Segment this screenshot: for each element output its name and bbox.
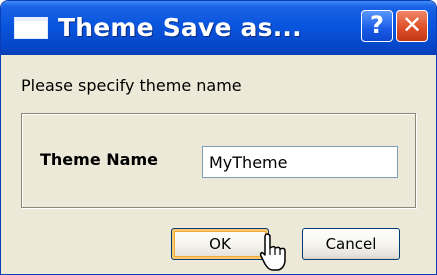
theme-name-input[interactable] xyxy=(202,146,398,178)
cancel-button[interactable]: Cancel xyxy=(302,228,400,260)
close-icon: ✕ xyxy=(401,11,423,39)
title-bar[interactable]: Theme Save as... ? ✕ xyxy=(1,1,436,55)
help-icon: ? xyxy=(370,11,384,39)
ok-button[interactable]: OK xyxy=(171,228,269,260)
prompt-text: Please specify theme name xyxy=(21,76,242,95)
theme-name-label: Theme Name xyxy=(40,150,158,169)
window-icon xyxy=(14,17,48,39)
close-button[interactable]: ✕ xyxy=(396,10,428,42)
mouse-cursor-icon xyxy=(259,233,286,271)
window-title: Theme Save as... xyxy=(58,13,302,42)
help-button[interactable]: ? xyxy=(361,10,393,42)
